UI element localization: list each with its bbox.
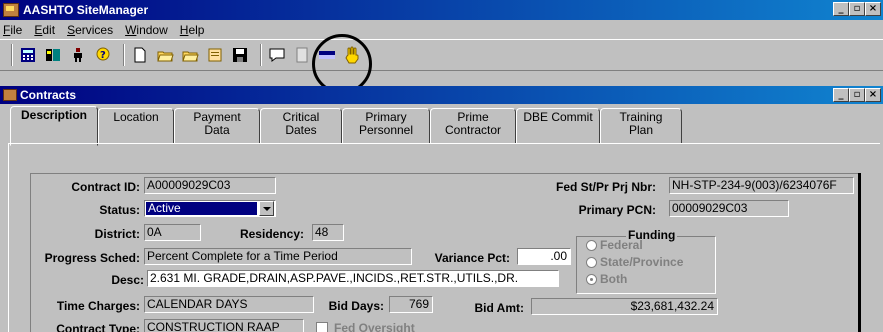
frame-edge xyxy=(858,173,861,332)
app-logo-icon xyxy=(3,3,19,17)
primary-pcn-label: Primary PCN: xyxy=(578,203,656,217)
app-title: AASHTO SiteManager xyxy=(23,3,149,17)
desc-field[interactable]: 2.631 MI. GRADE,DRAIN,ASP.PAVE.,INCIDS.,… xyxy=(147,270,559,287)
district-field[interactable]: 0A xyxy=(144,224,201,241)
child-title: Contracts xyxy=(20,88,77,102)
fed-project-label: Fed St/Pr Prj Nbr: xyxy=(555,180,656,194)
desc-label: Desc: xyxy=(111,273,144,287)
tab-strip: Description Location Payment Data Critic… xyxy=(10,106,682,146)
child-close-button[interactable]: × xyxy=(865,88,881,102)
funding-both-label: Both xyxy=(600,272,628,286)
district-label: District: xyxy=(94,227,140,241)
time-charges-label: Time Charges: xyxy=(56,299,140,313)
contracts-icon xyxy=(3,89,17,101)
toolbar: ? xyxy=(0,39,883,71)
fed-project-field[interactable]: NH-STP-234-9(003)/6234076F xyxy=(669,177,854,194)
funding-state-label: State/Province xyxy=(600,255,684,269)
tab-primary-personnel[interactable]: Primary Personnel xyxy=(342,108,430,144)
comment-icon[interactable] xyxy=(267,45,287,65)
menu-help[interactable]: Help xyxy=(179,23,206,37)
save-icon[interactable] xyxy=(230,45,250,65)
funding-federal-label: Federal xyxy=(600,238,643,252)
progress-sched-field[interactable]: Percent Complete for a Time Period xyxy=(144,248,412,265)
status-label: Status: xyxy=(99,203,140,217)
bid-amt-label: Bid Amt: xyxy=(474,301,524,315)
tab-training-plan[interactable]: Training Plan xyxy=(600,108,682,144)
open-folder-2-icon[interactable] xyxy=(180,45,200,65)
time-charges-field[interactable]: CALENDAR DAYS xyxy=(144,296,314,313)
primary-pcn-field[interactable]: 00009029C03 xyxy=(669,200,789,217)
menu-window[interactable]: Window xyxy=(124,23,169,37)
calculator-icon[interactable] xyxy=(18,45,38,65)
child-minimize-button[interactable]: _ xyxy=(833,88,849,102)
child-titlebar: Contracts _ ▫ × xyxy=(0,86,883,104)
tab-prime-contractor[interactable]: Prime Contractor xyxy=(430,108,516,144)
fed-oversight-checkbox[interactable]: Fed Oversight xyxy=(316,321,415,332)
funding-federal-radio[interactable]: Federal xyxy=(586,238,643,252)
chevron-down-icon[interactable] xyxy=(259,201,274,216)
fed-oversight-label: Fed Oversight xyxy=(334,321,415,332)
toolbar-separator xyxy=(11,44,13,66)
tab-description[interactable]: Description xyxy=(10,106,98,146)
radio-dot[interactable] xyxy=(586,273,597,285)
contract-id-label: Contract ID: xyxy=(71,180,140,194)
svg-text:?: ? xyxy=(100,50,106,61)
bid-days-label: Bid Days: xyxy=(328,299,384,313)
variance-pct-label: Variance Pct: xyxy=(434,251,510,265)
toolbar-separator xyxy=(260,44,262,66)
tab-critical-dates[interactable]: Critical Dates xyxy=(260,108,342,144)
app-titlebar: AASHTO SiteManager _ ▫ × xyxy=(0,0,883,20)
bid-days-field[interactable]: 769 xyxy=(389,296,433,313)
residency-label: Residency: xyxy=(239,227,304,241)
document-icon[interactable] xyxy=(292,45,312,65)
restore-button[interactable]: ▫ xyxy=(849,2,865,16)
app-window-buttons: _ ▫ × xyxy=(833,2,881,16)
hand-pointer-icon[interactable] xyxy=(342,45,362,65)
variance-pct-field[interactable]: .00 xyxy=(517,248,571,265)
menu-file[interactable]: File xyxy=(2,23,23,37)
funding-both-radio[interactable]: Both xyxy=(586,272,627,286)
child-window-buttons: _ ▫ × xyxy=(833,88,881,102)
minimize-button[interactable]: _ xyxy=(833,2,849,16)
menu-edit[interactable]: Edit xyxy=(33,23,56,37)
toolbar-separator xyxy=(123,44,125,66)
help-icon[interactable]: ? xyxy=(93,45,113,65)
note-icon[interactable] xyxy=(205,45,225,65)
new-document-icon[interactable] xyxy=(130,45,150,65)
toolbox-icon[interactable] xyxy=(43,45,63,65)
funding-state-radio[interactable]: State/Province xyxy=(586,255,683,269)
figure-icon[interactable] xyxy=(68,45,88,65)
tab-location[interactable]: Location xyxy=(98,108,174,144)
radio-dot[interactable] xyxy=(586,256,597,268)
close-button[interactable]: × xyxy=(865,2,881,16)
status-selected-value: Active xyxy=(146,202,257,215)
radio-dot[interactable] xyxy=(586,239,597,251)
flag-icon[interactable] xyxy=(317,45,337,65)
menu-services[interactable]: Services xyxy=(66,23,114,37)
bid-amt-field[interactable]: $23,681,432.24 xyxy=(531,298,718,315)
menu-bar: File Edit Services Window Help xyxy=(0,20,883,39)
tab-payment-data[interactable]: Payment Data xyxy=(174,108,260,144)
progress-sched-label: Progress Sched: xyxy=(44,251,140,265)
checkbox-box[interactable] xyxy=(316,322,328,332)
contract-id-field[interactable]: A00009029C03 xyxy=(144,177,276,194)
open-folder-icon[interactable] xyxy=(155,45,175,65)
tab-dbe-commit[interactable]: DBE Commit xyxy=(516,108,600,144)
contract-type-field[interactable]: CONSTRUCTION RAAP xyxy=(144,319,304,332)
contract-type-label: Contract Type: xyxy=(56,322,140,332)
residency-field[interactable]: 48 xyxy=(312,224,344,241)
status-dropdown[interactable]: Active xyxy=(144,200,276,217)
child-restore-button[interactable]: ▫ xyxy=(849,88,865,102)
